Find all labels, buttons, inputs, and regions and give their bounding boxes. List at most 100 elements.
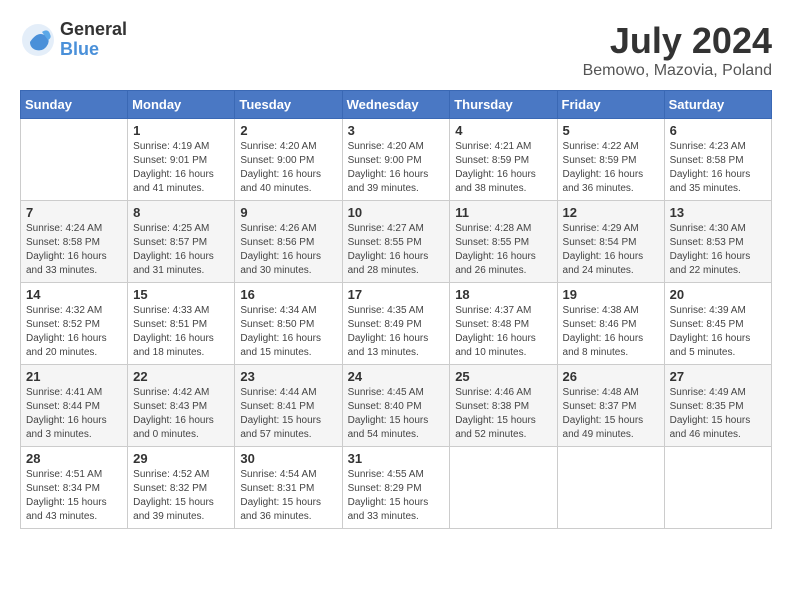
header-day-monday: Monday <box>128 91 235 119</box>
day-info: Sunrise: 4:51 AM Sunset: 8:34 PM Dayligh… <box>26 468 122 524</box>
day-info: Sunrise: 4:23 AM Sunset: 8:58 PM Dayligh… <box>670 140 766 196</box>
calendar-cell: 22 Sunrise: 4:42 AM Sunset: 8:43 PM Dayli… <box>128 365 235 447</box>
header-row: SundayMondayTuesdayWednesdayThursdayFrid… <box>21 91 772 119</box>
day-number: 8 <box>133 205 229 220</box>
day-number: 13 <box>670 205 766 220</box>
calendar-cell <box>450 447 557 529</box>
day-info: Sunrise: 4:34 AM Sunset: 8:50 PM Dayligh… <box>240 304 336 360</box>
logo-blue-text: Blue <box>60 40 127 60</box>
day-number: 29 <box>133 451 229 466</box>
day-info: Sunrise: 4:44 AM Sunset: 8:41 PM Dayligh… <box>240 386 336 442</box>
calendar-week-2: 7Sunrise: 4:24 AM Sunset: 8:58 PM Daylig… <box>21 201 772 283</box>
day-info: Sunrise: 4:20 AM Sunset: 9:00 PM Dayligh… <box>240 140 336 196</box>
day-number: 19 <box>563 287 659 302</box>
calendar-cell: 8 Sunrise: 4:25 AM Sunset: 8:57 PM Daylig… <box>128 201 235 283</box>
day-info: Sunrise: 4:33 AM Sunset: 8:51 PM Dayligh… <box>133 304 229 360</box>
day-info: Sunrise: 4:41 AM Sunset: 8:44 PM Dayligh… <box>26 386 122 442</box>
calendar-cell: 6 Sunrise: 4:23 AM Sunset: 8:58 PM Daylig… <box>664 119 771 201</box>
day-info: Sunrise: 4:22 AM Sunset: 8:59 PM Dayligh… <box>563 140 659 196</box>
day-info: Sunrise: 4:55 AM Sunset: 8:29 PM Dayligh… <box>348 468 445 524</box>
day-number: 1 <box>133 123 229 138</box>
day-number: 17 <box>348 287 445 302</box>
header-day-tuesday: Tuesday <box>235 91 342 119</box>
calendar-cell: 2 Sunrise: 4:20 AM Sunset: 9:00 PM Daylig… <box>235 119 342 201</box>
calendar-cell: 4Sunrise: 4:21 AM Sunset: 8:59 PM Daylig… <box>450 119 557 201</box>
day-number: 30 <box>240 451 336 466</box>
title-block: July 2024 Bemowo, Mazovia, Poland <box>583 20 772 80</box>
day-number: 4 <box>455 123 551 138</box>
header-day-friday: Friday <box>557 91 664 119</box>
calendar-cell <box>557 447 664 529</box>
calendar-cell: 9Sunrise: 4:26 AM Sunset: 8:56 PM Daylig… <box>235 201 342 283</box>
day-info: Sunrise: 4:54 AM Sunset: 8:31 PM Dayligh… <box>240 468 336 524</box>
header-day-sunday: Sunday <box>21 91 128 119</box>
day-info: Sunrise: 4:32 AM Sunset: 8:52 PM Dayligh… <box>26 304 122 360</box>
calendar-cell <box>21 119 128 201</box>
calendar-cell: 23 Sunrise: 4:44 AM Sunset: 8:41 PM Dayli… <box>235 365 342 447</box>
day-number: 6 <box>670 123 766 138</box>
day-info: Sunrise: 4:28 AM Sunset: 8:55 PM Dayligh… <box>455 222 551 278</box>
day-number: 22 <box>133 369 229 384</box>
day-number: 12 <box>563 205 659 220</box>
day-number: 11 <box>455 205 551 220</box>
day-number: 7 <box>26 205 122 220</box>
calendar-cell: 28 Sunrise: 4:51 AM Sunset: 8:34 PM Dayli… <box>21 447 128 529</box>
day-number: 31 <box>348 451 445 466</box>
day-info: Sunrise: 4:30 AM Sunset: 8:53 PM Dayligh… <box>670 222 766 278</box>
calendar-cell: 11 Sunrise: 4:28 AM Sunset: 8:55 PM Dayli… <box>450 201 557 283</box>
calendar-cell: 10 Sunrise: 4:27 AM Sunset: 8:55 PM Dayli… <box>342 201 450 283</box>
day-number: 21 <box>26 369 122 384</box>
calendar-cell: 5 Sunrise: 4:22 AM Sunset: 8:59 PM Daylig… <box>557 119 664 201</box>
calendar-cell: 26 Sunrise: 4:48 AM Sunset: 8:37 PM Dayli… <box>557 365 664 447</box>
calendar-cell: 3Sunrise: 4:20 AM Sunset: 9:00 PM Daylig… <box>342 119 450 201</box>
day-number: 10 <box>348 205 445 220</box>
calendar-week-4: 21 Sunrise: 4:41 AM Sunset: 8:44 PM Dayli… <box>21 365 772 447</box>
calendar-table: SundayMondayTuesdayWednesdayThursdayFrid… <box>20 90 772 529</box>
day-info: Sunrise: 4:27 AM Sunset: 8:55 PM Dayligh… <box>348 222 445 278</box>
day-info: Sunrise: 4:39 AM Sunset: 8:45 PM Dayligh… <box>670 304 766 360</box>
day-info: Sunrise: 4:19 AM Sunset: 9:01 PM Dayligh… <box>133 140 229 196</box>
day-number: 23 <box>240 369 336 384</box>
day-info: Sunrise: 4:49 AM Sunset: 8:35 PM Dayligh… <box>670 386 766 442</box>
day-info: Sunrise: 4:45 AM Sunset: 8:40 PM Dayligh… <box>348 386 445 442</box>
day-info: Sunrise: 4:35 AM Sunset: 8:49 PM Dayligh… <box>348 304 445 360</box>
calendar-cell: 16 Sunrise: 4:34 AM Sunset: 8:50 PM Dayli… <box>235 283 342 365</box>
header-day-saturday: Saturday <box>664 91 771 119</box>
calendar-cell: 7Sunrise: 4:24 AM Sunset: 8:58 PM Daylig… <box>21 201 128 283</box>
day-info: Sunrise: 4:25 AM Sunset: 8:57 PM Dayligh… <box>133 222 229 278</box>
calendar-header: SundayMondayTuesdayWednesdayThursdayFrid… <box>21 91 772 119</box>
day-number: 27 <box>670 369 766 384</box>
calendar-cell: 31 Sunrise: 4:55 AM Sunset: 8:29 PM Dayli… <box>342 447 450 529</box>
calendar-body: 1 Sunrise: 4:19 AM Sunset: 9:01 PM Daylig… <box>21 119 772 529</box>
day-info: Sunrise: 4:37 AM Sunset: 8:48 PM Dayligh… <box>455 304 551 360</box>
location-subtitle: Bemowo, Mazovia, Poland <box>583 62 772 80</box>
calendar-cell: 14Sunrise: 4:32 AM Sunset: 8:52 PM Dayli… <box>21 283 128 365</box>
day-number: 25 <box>455 369 551 384</box>
calendar-week-5: 28 Sunrise: 4:51 AM Sunset: 8:34 PM Dayli… <box>21 447 772 529</box>
calendar-week-1: 1 Sunrise: 4:19 AM Sunset: 9:01 PM Daylig… <box>21 119 772 201</box>
calendar-cell: 29Sunrise: 4:52 AM Sunset: 8:32 PM Dayli… <box>128 447 235 529</box>
day-number: 28 <box>26 451 122 466</box>
header-day-thursday: Thursday <box>450 91 557 119</box>
day-info: Sunrise: 4:46 AM Sunset: 8:38 PM Dayligh… <box>455 386 551 442</box>
day-info: Sunrise: 4:48 AM Sunset: 8:37 PM Dayligh… <box>563 386 659 442</box>
day-info: Sunrise: 4:26 AM Sunset: 8:56 PM Dayligh… <box>240 222 336 278</box>
calendar-cell: 27 Sunrise: 4:49 AM Sunset: 8:35 PM Dayli… <box>664 365 771 447</box>
calendar-cell: 1 Sunrise: 4:19 AM Sunset: 9:01 PM Daylig… <box>128 119 235 201</box>
day-number: 2 <box>240 123 336 138</box>
calendar-cell <box>664 447 771 529</box>
calendar-cell: 25 Sunrise: 4:46 AM Sunset: 8:38 PM Dayli… <box>450 365 557 447</box>
day-number: 5 <box>563 123 659 138</box>
logo-general-text: General <box>60 20 127 40</box>
calendar-cell: 21 Sunrise: 4:41 AM Sunset: 8:44 PM Dayli… <box>21 365 128 447</box>
logo: General Blue <box>20 20 127 60</box>
calendar-cell: 24Sunrise: 4:45 AM Sunset: 8:40 PM Dayli… <box>342 365 450 447</box>
day-number: 20 <box>670 287 766 302</box>
calendar-cell: 15Sunrise: 4:33 AM Sunset: 8:51 PM Dayli… <box>128 283 235 365</box>
calendar-cell: 18Sunrise: 4:37 AM Sunset: 8:48 PM Dayli… <box>450 283 557 365</box>
day-info: Sunrise: 4:42 AM Sunset: 8:43 PM Dayligh… <box>133 386 229 442</box>
day-number: 16 <box>240 287 336 302</box>
day-number: 26 <box>563 369 659 384</box>
logo-icon <box>20 22 56 58</box>
month-year-title: July 2024 <box>583 20 772 62</box>
